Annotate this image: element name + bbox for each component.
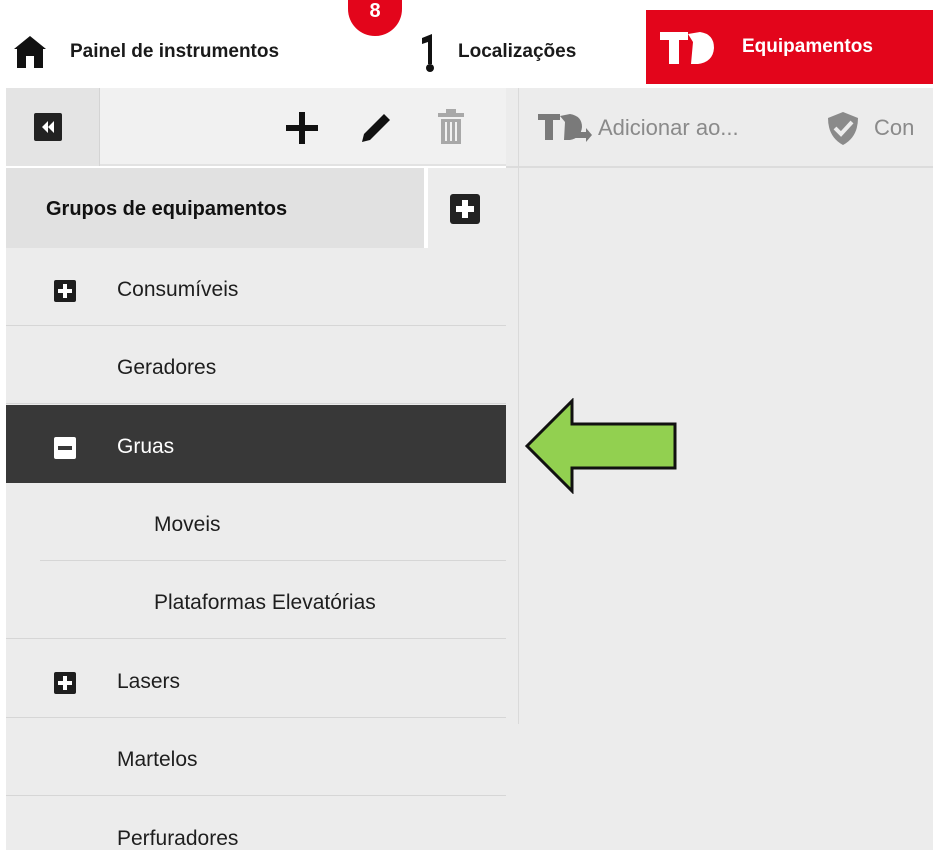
tree-item-moveis[interactable]: Moveis bbox=[40, 483, 506, 561]
tree-item-geradores[interactable]: Geradores bbox=[6, 326, 506, 404]
groups-toolbar bbox=[6, 88, 506, 166]
rewind-icon bbox=[42, 121, 54, 133]
tree-item-martelos[interactable]: Martelos bbox=[6, 718, 506, 796]
tree-item-label: Gruas bbox=[117, 435, 175, 458]
add-group-cell bbox=[424, 168, 506, 248]
green-callout-arrow bbox=[524, 398, 677, 494]
location-pin-icon bbox=[414, 32, 440, 72]
home-icon bbox=[12, 34, 48, 70]
tree-item-label: Lasers bbox=[117, 670, 181, 693]
second-toolbar-label: Con bbox=[874, 115, 915, 140]
add-icon[interactable] bbox=[284, 110, 320, 146]
tree-item-perfuradores[interactable]: Perfuradores bbox=[6, 797, 506, 850]
collapse-panel-cell bbox=[6, 88, 100, 166]
expand-icon[interactable] bbox=[54, 280, 76, 302]
groups-header: Grupos de equipamentos bbox=[6, 168, 424, 248]
nav-dashboard-label: Painel de instrumentos bbox=[70, 41, 280, 62]
shield-check-icon bbox=[824, 109, 862, 147]
top-navigation: Painel de instrumentos 8 Localizações Eq… bbox=[0, 0, 933, 88]
groups-header-title: Grupos de equipamentos bbox=[46, 198, 288, 220]
panel-divider bbox=[518, 88, 519, 724]
equipment-add-icon bbox=[536, 110, 592, 146]
tree-item-plataformas-elevatorias[interactable]: Plataformas Elevatórias bbox=[6, 561, 506, 639]
collapse-panel-button[interactable] bbox=[34, 113, 62, 141]
tree-item-label: Consumíveis bbox=[117, 278, 239, 301]
plus-icon bbox=[456, 200, 474, 218]
add-to-button[interactable]: Adicionar ao... bbox=[536, 110, 739, 146]
nav-equipment[interactable]: Equipamentos bbox=[646, 10, 933, 84]
trash-icon[interactable] bbox=[436, 108, 466, 146]
nav-locations[interactable]: Localizações bbox=[414, 28, 576, 76]
notification-badge: 8 bbox=[348, 0, 402, 36]
add-group-button[interactable] bbox=[450, 194, 480, 224]
tree-item-gruas[interactable]: Gruas bbox=[6, 405, 506, 483]
collapse-icon[interactable] bbox=[54, 437, 76, 459]
tree-item-label: Geradores bbox=[117, 356, 217, 379]
add-to-label: Adicionar ao... bbox=[598, 115, 739, 140]
content-toolbar: Adicionar ao... Con bbox=[506, 88, 933, 168]
tree-item-label: Plataformas Elevatórias bbox=[154, 591, 376, 614]
nav-dashboard[interactable]: Painel de instrumentos bbox=[12, 28, 279, 76]
expand-icon[interactable] bbox=[54, 672, 76, 694]
tree-item-label: Perfuradores bbox=[117, 827, 239, 850]
equipment-logo-icon bbox=[658, 28, 716, 68]
nav-locations-label: Localizações bbox=[458, 41, 577, 62]
tree-item-lasers[interactable]: Lasers bbox=[6, 640, 506, 718]
groups-tree: Consumíveis Geradores Gruas Moveis Plata… bbox=[6, 248, 506, 850]
tree-item-label: Martelos bbox=[117, 748, 198, 771]
confirm-button[interactable]: Con bbox=[824, 110, 914, 146]
tree-item-consumiveis[interactable]: Consumíveis bbox=[6, 248, 506, 326]
tree-item-label: Moveis bbox=[154, 513, 221, 536]
edit-icon[interactable] bbox=[358, 110, 394, 146]
nav-equipment-label: Equipamentos bbox=[742, 36, 873, 57]
